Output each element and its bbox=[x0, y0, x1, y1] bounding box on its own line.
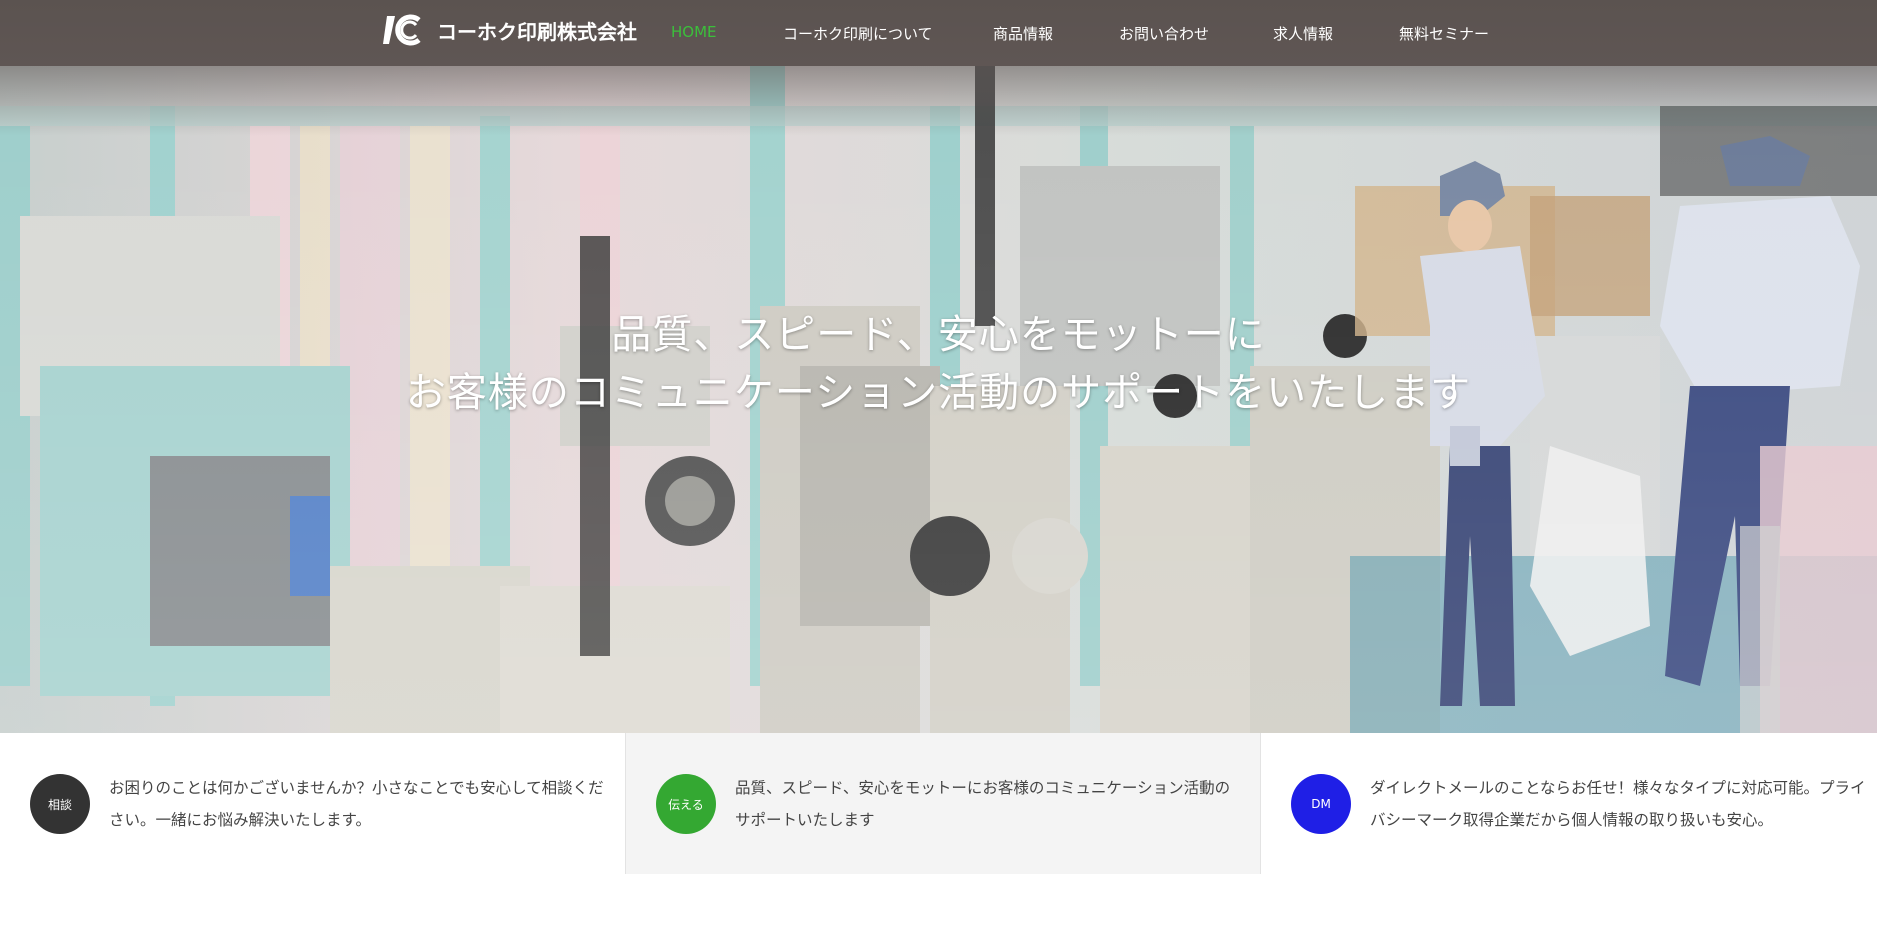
feature-consult[interactable]: 相談 お困りのことは何かございませんか？小さなことでも安心して相談ください。一緒… bbox=[0, 733, 626, 874]
hero-line-2: お客様のコミュニケーション活動のサポートをいたします bbox=[405, 370, 1472, 416]
hero-catchcopy: 品質、スピード、安心をモットーに お客様のコミュニケーション活動のサポートをいた… bbox=[0, 306, 1877, 422]
nav-seminar[interactable]: 無料セミナー bbox=[1399, 23, 1489, 44]
nav-contact[interactable]: お問い合わせ bbox=[1119, 23, 1209, 44]
nav-home[interactable]: HOME bbox=[671, 23, 717, 41]
site-header: コーホク印刷株式会社 HOME コーホク印刷について 商品情報 お問い合わせ 求… bbox=[0, 0, 1877, 66]
badge-communicate: 伝える bbox=[656, 774, 716, 834]
feature-dm-text: ダイレクトメールのことならお任せ！様々なタイプに対応可能。プライバシーマーク取得… bbox=[1370, 779, 1866, 829]
nav-about[interactable]: コーホク印刷について bbox=[783, 23, 933, 44]
badge-consult: 相談 bbox=[30, 774, 90, 834]
hero-banner: 品質、スピード、安心をモットーに お客様のコミュニケーション活動のサポートをいた… bbox=[0, 66, 1877, 733]
nav-recruit[interactable]: 求人情報 bbox=[1273, 23, 1333, 44]
nav-products[interactable]: 商品情報 bbox=[993, 23, 1053, 44]
feature-communicate-text: 品質、スピード、安心をモットーにお客様のコミュニケーション活動のサポートいたしま… bbox=[735, 779, 1231, 829]
feature-consult-text: お困りのことは何かございませんか？小さなことでも安心して相談ください。一緒にお悩… bbox=[109, 779, 604, 829]
feature-communicate[interactable]: 伝える 品質、スピード、安心をモットーにお客様のコミュニケーション活動のサポート… bbox=[626, 733, 1261, 874]
hero-line-1: 品質、スピード、安心をモットーに bbox=[611, 312, 1266, 358]
feature-row: 相談 お困りのことは何かございませんか？小さなことでも安心して相談ください。一緒… bbox=[0, 733, 1877, 874]
main-nav: HOME コーホク印刷について 商品情報 お問い合わせ 求人情報 無料セミナー bbox=[0, 0, 1877, 66]
badge-dm: DM bbox=[1291, 774, 1351, 834]
feature-dm[interactable]: DM ダイレクトメールのことならお任せ！様々なタイプに対応可能。プライバシーマー… bbox=[1261, 733, 1877, 874]
